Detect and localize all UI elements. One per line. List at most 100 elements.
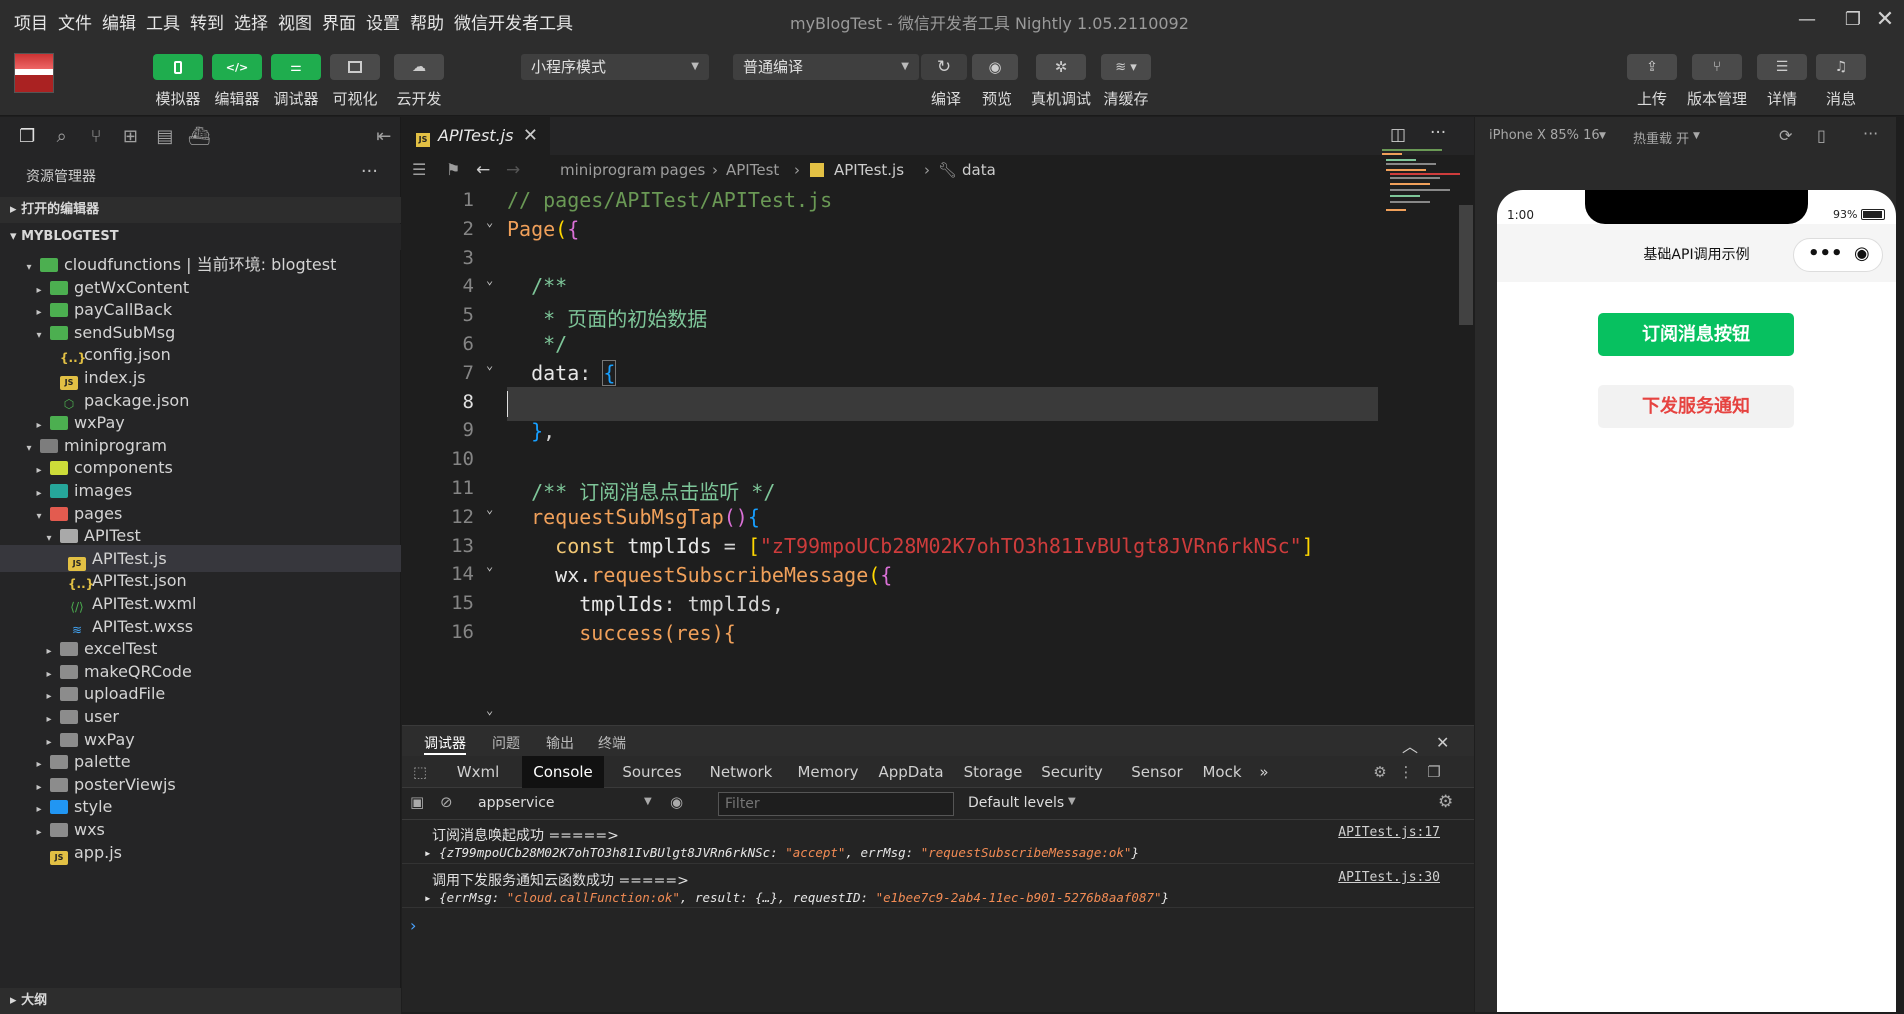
clear-cache-button[interactable]: ≋ ▾: [1101, 54, 1151, 80]
outline-section[interactable]: ▸ 大纲: [0, 988, 401, 1014]
close-icon[interactable]: ✕: [523, 117, 538, 155]
tab-terminal[interactable]: 终端: [598, 733, 626, 753]
inspect-icon[interactable]: ⬚: [408, 756, 432, 788]
hot-reload-select[interactable]: 热重载 开: [1633, 128, 1689, 147]
close-window-button[interactable]: ✕: [1870, 6, 1900, 34]
search-icon[interactable]: ⌕: [44, 126, 78, 147]
files-icon[interactable]: ❐: [10, 126, 44, 147]
devtab-security[interactable]: Security: [1032, 756, 1112, 788]
compile-button[interactable]: ↻: [921, 54, 967, 80]
menu-item[interactable]: 选择: [234, 9, 268, 34]
context-select[interactable]: appservice: [478, 795, 555, 811]
menu-item[interactable]: 转到: [190, 9, 224, 34]
devtab-wxml[interactable]: Wxml: [448, 756, 508, 788]
log-source-link[interactable]: APITest.js:30: [1338, 870, 1440, 885]
menu-item[interactable]: 微信开发者工具: [454, 9, 573, 34]
storage-icon[interactable]: ▤: [148, 126, 182, 147]
more-actions-icon[interactable]: ···: [1430, 123, 1446, 143]
fold-chevron-icon[interactable]: ⌄: [486, 358, 493, 372]
source-control-icon[interactable]: ⑂: [79, 126, 113, 147]
close-mp-icon[interactable]: ◉: [1854, 243, 1870, 264]
maximize-button[interactable]: ❐: [1838, 6, 1868, 34]
more-vertical-icon[interactable]: ⋮: [1396, 756, 1416, 788]
clear-console-icon[interactable]: ⊘: [440, 793, 453, 811]
minimize-button[interactable]: —: [1792, 6, 1822, 34]
minimap[interactable]: [1382, 149, 1462, 229]
mp-capsule-menu[interactable]: ••• ◉: [1793, 238, 1883, 272]
dock-icon[interactable]: ❐: [1422, 756, 1446, 788]
eye-icon[interactable]: ◉: [670, 793, 683, 811]
breadcrumb-item[interactable]: APITest: [726, 155, 779, 185]
version-button[interactable]: ⑂: [1692, 54, 1742, 80]
refresh-icon[interactable]: ⟳: [1779, 126, 1792, 145]
code-area[interactable]: 1 2 3 4 5 6 7 8 9 10 11 12 13 14 15 16 ⌄ ⌄ ⌄ ⌄ ⌄ ⌄ // p…: [402, 185, 1474, 725]
send-notify-button[interactable]: 下发服务通知: [1598, 385, 1794, 428]
list-icon[interactable]: ☰: [412, 155, 426, 185]
avatar[interactable]: [14, 53, 54, 93]
devtab-sensor[interactable]: Sensor: [1124, 756, 1190, 788]
more-icon[interactable]: ···: [1863, 124, 1878, 143]
menu-item[interactable]: 项目: [14, 9, 48, 34]
mode-select[interactable]: 小程序模式 ▼: [521, 54, 709, 80]
devtab-console[interactable]: Console: [522, 756, 604, 788]
breadcrumb-item[interactable]: data: [962, 155, 996, 185]
back-arrow-icon[interactable]: ←: [476, 155, 490, 185]
devtab-network[interactable]: Network: [698, 756, 784, 788]
menu-item[interactable]: 编辑: [102, 9, 136, 34]
breadcrumb-item[interactable]: pages: [660, 155, 705, 185]
console-filter-input[interactable]: [718, 792, 954, 816]
devtab-storage[interactable]: Storage: [958, 756, 1028, 788]
upload-button[interactable]: ⇪: [1627, 54, 1677, 80]
collapse-sidebar-icon[interactable]: ⇤: [367, 126, 401, 147]
device-select[interactable]: iPhone X 85% 16: [1489, 128, 1600, 143]
real-device-debug-button[interactable]: ✲: [1036, 54, 1086, 80]
sidebar-toggle-icon[interactable]: ▣: [410, 793, 424, 811]
subscribe-button[interactable]: 订阅消息按钮: [1598, 313, 1794, 356]
split-editor-icon[interactable]: ◫: [1390, 125, 1406, 145]
project-section[interactable]: ▾ MYBLOGTEST: [0, 224, 401, 250]
breadcrumb-item[interactable]: miniprogram: [560, 155, 656, 185]
tab-debugger[interactable]: 调试器: [424, 733, 466, 755]
menu-item[interactable]: 文件: [58, 9, 92, 34]
log-object[interactable]: ▸ {errMsg: "cloud.callFunction:ok", resu…: [424, 890, 1169, 905]
devtab-appdata[interactable]: AppData: [868, 756, 954, 788]
more-icon[interactable]: •••: [1808, 243, 1843, 264]
visual-button[interactable]: [330, 54, 380, 80]
extensions-icon[interactable]: ⊞: [113, 126, 147, 147]
phone-icon[interactable]: ▯: [1817, 126, 1826, 145]
log-levels-select[interactable]: Default levels: [968, 795, 1064, 811]
fold-chevron-icon[interactable]: ⌄: [486, 703, 493, 717]
preview-button[interactable]: ◉: [972, 54, 1018, 80]
open-editors-section[interactable]: ▸ 打开的编辑器: [0, 197, 401, 223]
console-prompt[interactable]: ›: [410, 916, 416, 935]
log-source-link[interactable]: APITest.js:17: [1338, 825, 1440, 840]
docker-icon[interactable]: ⛴: [182, 126, 216, 147]
tab-problems[interactable]: 问题: [492, 733, 520, 753]
breadcrumb-item[interactable]: APITest.js: [834, 155, 904, 185]
fold-chevron-icon[interactable]: ⌄: [486, 502, 493, 516]
menu-item[interactable]: 视图: [278, 9, 312, 34]
bookmark-icon[interactable]: ⚑: [446, 155, 460, 185]
tab-apitest-js[interactable]: JS APITest.js ✕: [402, 117, 550, 155]
fold-chevron-icon[interactable]: ⌄: [486, 559, 493, 573]
gear-icon[interactable]: ⚙: [1368, 756, 1392, 788]
cloud-dev-button[interactable]: ☁: [394, 54, 444, 80]
log-object[interactable]: ▸ {zT99mpoUCb28M02K7ohTO3h81IvBUlgt8JVRn…: [424, 845, 1139, 860]
more-tabs-icon[interactable]: »: [1254, 756, 1274, 788]
messages-button[interactable]: ♫: [1816, 54, 1866, 80]
simulator-toggle-button[interactable]: [153, 54, 203, 80]
menu-item[interactable]: 设置: [366, 9, 400, 34]
devtab-memory[interactable]: Memory: [788, 756, 868, 788]
debugger-toggle-button[interactable]: ⚌: [271, 54, 321, 80]
editor-scrollbar[interactable]: [1459, 205, 1473, 325]
editor-toggle-button[interactable]: </>: [212, 54, 262, 80]
tab-output[interactable]: 输出: [546, 733, 574, 753]
chevron-up-icon[interactable]: ︿: [1402, 733, 1418, 757]
menu-item[interactable]: 界面: [322, 9, 356, 34]
close-icon[interactable]: ✕: [1436, 733, 1449, 752]
menu-item[interactable]: 帮助: [410, 9, 444, 34]
devtab-sources[interactable]: Sources: [612, 756, 692, 788]
compile-select[interactable]: 普通编译 ▼: [733, 54, 919, 80]
tree-item[interactable]: JS app.js: [0, 839, 401, 866]
forward-arrow-icon[interactable]: →: [506, 155, 520, 185]
